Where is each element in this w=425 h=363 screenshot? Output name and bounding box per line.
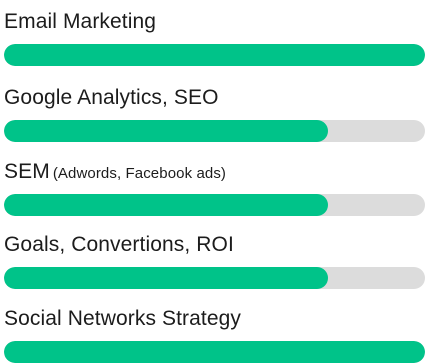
skill-item: Google Analytics, SEO — [4, 85, 425, 142]
skill-name: Goals, Convertions, ROI — [4, 233, 234, 256]
skill-item: Goals, Convertions, ROI — [4, 232, 425, 289]
skill-name: Social Networks Strategy — [4, 307, 241, 330]
skill-label: Social Networks Strategy — [4, 306, 425, 332]
skill-name: Google Analytics, SEO — [4, 86, 219, 109]
skill-progress-track — [4, 341, 425, 363]
skill-sublabel: (Adwords, Facebook ads) — [52, 165, 227, 182]
skill-progress-fill — [4, 341, 425, 363]
skill-item: Email Marketing — [4, 9, 425, 66]
skill-label: Email Marketing — [4, 9, 425, 35]
skill-item: Social Networks Strategy — [4, 306, 425, 363]
skill-progress-fill — [4, 44, 425, 66]
skill-name: Email Marketing — [4, 10, 157, 33]
skill-progress-fill — [4, 120, 329, 142]
skill-progress-track — [4, 194, 425, 216]
skill-label: Google Analytics, SEO — [4, 85, 425, 111]
skill-item: SEM (Adwords, Facebook ads) — [4, 159, 425, 216]
skill-progress-track — [4, 44, 425, 66]
skill-progress-fill — [4, 267, 329, 289]
skill-label: Goals, Convertions, ROI — [4, 232, 425, 258]
skill-progress-fill — [4, 194, 329, 216]
skill-name: SEM — [4, 160, 50, 183]
skills-list: Email Marketing Google Analytics, SEO SE… — [0, 0, 425, 363]
skill-progress-track — [4, 120, 425, 142]
skill-progress-track — [4, 267, 425, 289]
skill-label: SEM (Adwords, Facebook ads) — [4, 159, 425, 185]
